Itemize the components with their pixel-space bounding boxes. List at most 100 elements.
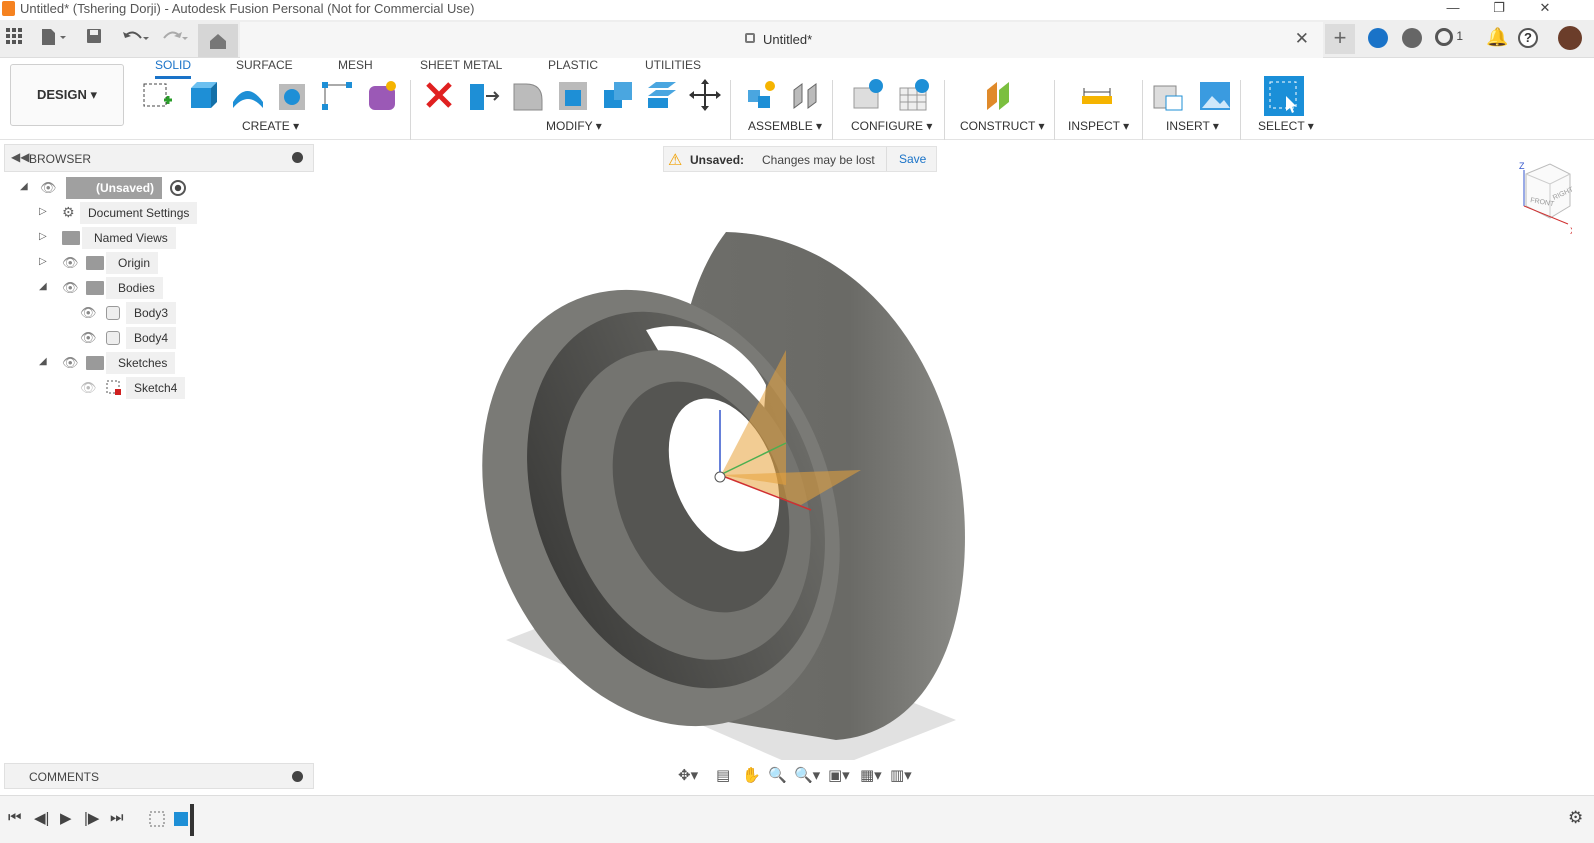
create-menu[interactable]: CREATE ▾ <box>242 119 299 133</box>
insert-menu[interactable]: INSERT ▾ <box>1166 119 1219 133</box>
assemble-menu[interactable]: ASSEMBLE ▾ <box>748 119 822 133</box>
comments-panel-header[interactable]: COMMENTS <box>4 763 314 789</box>
browser-minimize-icon[interactable] <box>292 152 303 163</box>
notifications-count[interactable]: 1 <box>1435 28 1463 46</box>
origin-point[interactable] <box>714 471 726 483</box>
app-grid-icon[interactable] <box>6 28 22 49</box>
construct-menu[interactable]: CONSTRUCT ▾ <box>960 119 1044 133</box>
press-pull-icon[interactable] <box>466 78 500 112</box>
hole-icon[interactable] <box>275 78 309 112</box>
help-icon[interactable]: ? <box>1518 28 1538 48</box>
extensions-icon[interactable] <box>1368 28 1388 48</box>
pattern-icon[interactable] <box>320 78 354 112</box>
modify-menu[interactable]: MODIFY ▾ <box>546 119 602 133</box>
home-button[interactable] <box>198 24 238 57</box>
collapse-panel-icon[interactable]: ◀◀ <box>11 150 29 164</box>
expanded-triangle-icon[interactable]: ◢ <box>39 281 47 292</box>
offset-face-icon[interactable] <box>644 78 678 112</box>
activate-radio-icon[interactable] <box>170 180 186 196</box>
visibility-eye-icon[interactable]: 👁 <box>62 255 79 271</box>
insert-canvas-icon[interactable] <box>1198 78 1232 112</box>
create-sketch-icon[interactable] <box>140 78 174 112</box>
configure-menu[interactable]: CONFIGURE ▾ <box>851 119 932 133</box>
grid-settings-icon[interactable]: ▦▾ <box>860 766 882 784</box>
shell-icon[interactable] <box>555 78 589 112</box>
timeline-sketch-icon[interactable] <box>149 811 165 827</box>
browser-item-origin[interactable]: ▷ 👁 Origin <box>36 252 186 274</box>
document-tab-close-button[interactable]: ✕ <box>1295 29 1309 49</box>
select-menu[interactable]: SELECT ▾ <box>1258 119 1314 133</box>
configure-rule-icon[interactable] <box>898 78 932 112</box>
tab-mesh[interactable]: MESH <box>338 58 373 72</box>
go-to-end-icon[interactable]: ⏭ <box>110 809 124 826</box>
expanded-triangle-icon[interactable]: ◢ <box>20 181 28 192</box>
joint-icon[interactable] <box>788 78 822 112</box>
extrude-icon[interactable] <box>185 78 219 112</box>
new-component-icon[interactable] <box>744 78 778 112</box>
move-icon[interactable] <box>688 78 722 112</box>
timeline-settings-gear-icon[interactable]: ⚙ <box>1568 808 1583 828</box>
select-icon[interactable] <box>1264 76 1304 116</box>
offset-plane-icon[interactable] <box>983 78 1017 112</box>
tab-sheet-metal[interactable]: SHEET METAL <box>420 58 502 72</box>
timeline-marker[interactable] <box>190 804 194 836</box>
canvas-viewport[interactable] <box>316 175 1496 760</box>
add-comment-icon[interactable] <box>292 771 303 782</box>
inspect-menu[interactable]: INSPECT ▾ <box>1068 119 1129 133</box>
configure-table-icon[interactable] <box>852 78 886 112</box>
visibility-eye-icon[interactable]: 👁 <box>40 180 57 196</box>
go-to-start-icon[interactable]: ⏮ <box>8 809 22 826</box>
job-status-icon[interactable] <box>1402 28 1422 48</box>
orbit-icon[interactable]: ✥▾ <box>678 766 698 784</box>
play-icon[interactable]: ▶ <box>60 809 72 827</box>
viewports-icon[interactable]: ▥▾ <box>890 766 912 784</box>
browser-root-node[interactable]: ◢ 👁 (Unsaved) <box>20 177 200 199</box>
save-icon[interactable] <box>86 28 102 49</box>
expanded-triangle-icon[interactable]: ◢ <box>39 356 47 367</box>
zoom-icon[interactable]: 🔍 <box>768 766 787 784</box>
minimize-button[interactable]: — <box>1433 0 1473 18</box>
insert-derive-icon[interactable] <box>1152 78 1186 112</box>
tab-solid[interactable]: SOLID <box>155 58 192 79</box>
avatar[interactable] <box>1558 26 1582 50</box>
browser-item-sketches[interactable]: ◢ 👁 Sketches <box>36 352 186 374</box>
workspace-switcher[interactable]: DESIGN ▾ <box>10 64 124 126</box>
pan-icon[interactable]: ✋ <box>742 766 761 784</box>
measure-icon[interactable] <box>1080 78 1114 112</box>
new-tab-button[interactable]: + <box>1325 24 1355 54</box>
tab-plastic[interactable]: PLASTIC <box>548 58 598 72</box>
visibility-eye-icon[interactable]: 👁 <box>80 305 97 321</box>
timeline-extrude-icon[interactable] <box>174 812 188 826</box>
visibility-eye-icon[interactable]: 👁 <box>62 355 79 371</box>
form-icon[interactable] <box>365 78 399 112</box>
save-button[interactable]: Save <box>886 147 938 171</box>
collapsed-triangle-icon[interactable]: ▷ <box>39 231 47 242</box>
display-settings-icon[interactable]: ▣▾ <box>828 766 850 784</box>
window-close-button[interactable]: ✕ <box>1525 0 1565 18</box>
file-menu-icon[interactable] <box>40 28 68 51</box>
document-tab[interactable]: Untitled* ✕ <box>240 22 1323 58</box>
delete-icon[interactable] <box>422 78 456 112</box>
collapsed-triangle-icon[interactable]: ▷ <box>39 256 47 267</box>
look-at-icon[interactable]: ▤ <box>716 766 730 784</box>
browser-item-bodies[interactable]: ◢ 👁 Bodies <box>36 277 186 299</box>
visibility-eye-icon[interactable]: 👁 <box>80 330 97 346</box>
browser-item-body4[interactable]: 👁 Body4 <box>76 327 186 349</box>
redo-icon[interactable] <box>160 28 190 51</box>
revolve-icon[interactable] <box>230 78 264 112</box>
step-forward-icon[interactable]: |▶ <box>84 809 99 827</box>
collapsed-triangle-icon[interactable]: ▷ <box>39 206 47 217</box>
tab-surface[interactable]: SURFACE <box>236 58 293 72</box>
browser-item-body3[interactable]: 👁 Body3 <box>76 302 186 324</box>
browser-item-sketch4[interactable]: 👁 Sketch4 <box>76 377 196 399</box>
step-back-icon[interactable]: ◀| <box>34 809 49 827</box>
combine-icon[interactable] <box>600 78 634 112</box>
fit-icon[interactable]: 🔍▾ <box>794 766 820 784</box>
timeline-features[interactable] <box>148 802 208 838</box>
hidden-eye-icon[interactable]: 👁 <box>80 380 97 396</box>
undo-icon[interactable] <box>121 28 151 51</box>
browser-item-named-views[interactable]: ▷ Named Views <box>36 227 186 249</box>
bell-icon[interactable]: 🔔 <box>1486 27 1508 48</box>
restore-button[interactable]: ❐ <box>1479 0 1519 18</box>
viewcube[interactable]: FRONT RIGHT Z X <box>1510 160 1572 240</box>
